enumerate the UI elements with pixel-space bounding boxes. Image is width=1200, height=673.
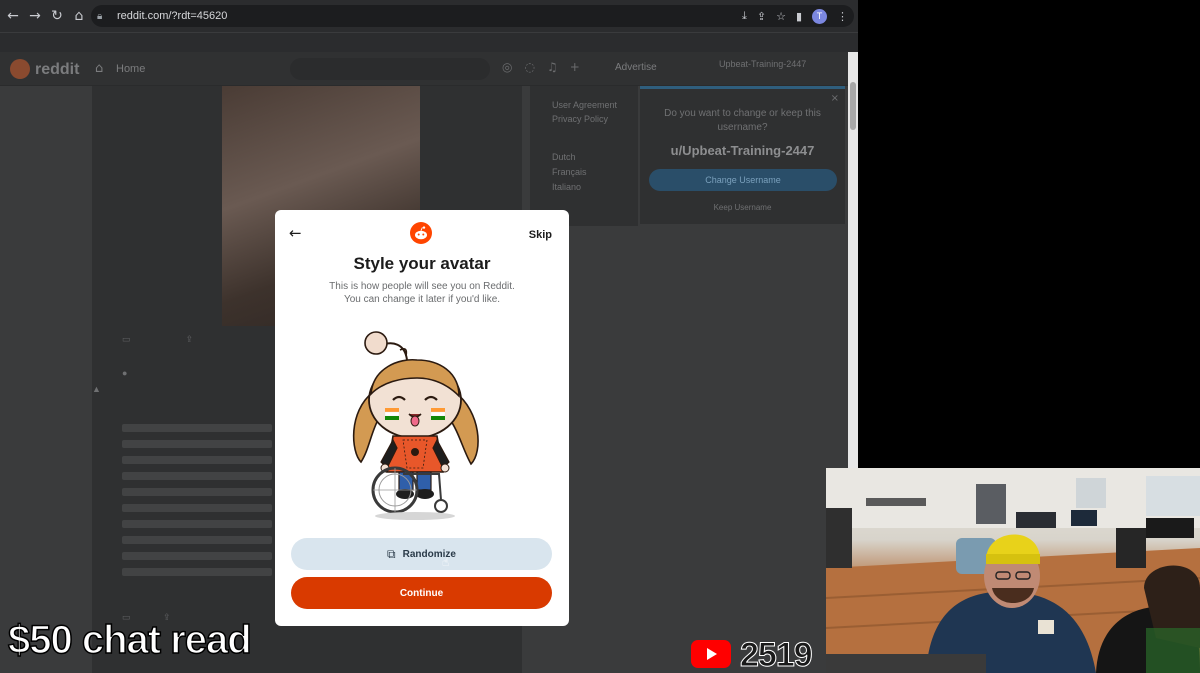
viewer-count: 2519: [740, 636, 814, 673]
hand-cursor-icon: ☝: [442, 555, 450, 569]
user-menu[interactable]: Upbeat-Training-2447: [705, 56, 845, 82]
reload-icon[interactable]: ↻: [46, 5, 68, 27]
subtitle-line: You can change it later if you'd like.: [343, 294, 501, 305]
change-username-button[interactable]: Change Username: [649, 169, 837, 191]
post-body-line: [122, 504, 272, 512]
continue-button[interactable]: Continue: [291, 577, 552, 609]
shuffle-icon: ⧉: [387, 546, 396, 561]
url-text[interactable]: reddit.com/?rdt=45620: [117, 10, 227, 22]
scrollbar-thumb[interactable]: [850, 82, 856, 130]
home-feed-icon[interactable]: ⌂: [95, 61, 103, 76]
reddit-logo-icon[interactable]: [10, 59, 30, 79]
download-icon[interactable]: ⤓: [742, 9, 747, 23]
skip-button[interactable]: Skip: [529, 229, 552, 241]
share-icon[interactable]: ⇪: [757, 10, 766, 23]
browser-window: ← → ↻ ⌂ 🔒︎ reddit.com/?rdt=45620 ⤓ ⇪ ☆ ▮…: [0, 0, 858, 673]
sidebar-link-language[interactable]: Dutch: [552, 152, 576, 162]
style-avatar-modal: ← Skip Style your avatar This is how peo…: [275, 210, 569, 626]
continue-label: Continue: [399, 587, 444, 599]
webcam-scene: [826, 468, 1200, 673]
back-arrow-icon[interactable]: ←: [289, 224, 302, 242]
header-icon-group: ◎ ◌ ♫ +: [502, 60, 580, 74]
post-body-line: [122, 472, 272, 480]
back-arrow-icon[interactable]: ←: [2, 5, 24, 27]
modal-subtitle: This is how people will see you on Reddi…: [275, 280, 569, 306]
youtube-icon: [691, 640, 731, 668]
post-body-line: [122, 552, 272, 560]
randomize-button[interactable]: ⧉ Randomize: [291, 538, 552, 570]
post-body-line: [122, 568, 272, 576]
chat-icon[interactable]: ◌: [524, 60, 534, 74]
address-bar-actions: ⤓ ⇪ ☆ ▮ T ⋮: [742, 5, 848, 27]
snoo-icon: [415, 226, 427, 240]
close-icon[interactable]: ×: [831, 93, 839, 104]
webcam-feed: [826, 468, 1200, 673]
username-prompt-question: Do you want to change or keep this usern…: [664, 108, 821, 133]
menu-kebab-icon[interactable]: ⋮: [837, 10, 848, 23]
star-icon[interactable]: ☆: [776, 10, 786, 23]
home-icon[interactable]: ⌂: [68, 5, 90, 27]
reddit-header: reddit ⌂ Home ◎ ◌ ♫ + Advertise Upbeat-T…: [0, 52, 848, 86]
avatar-preview: [352, 331, 479, 520]
reddit-search-input[interactable]: [290, 58, 490, 80]
advertise-link[interactable]: Advertise: [615, 62, 657, 73]
home-feed-label[interactable]: Home: [116, 63, 145, 75]
bookmarks-bar: [0, 32, 858, 52]
vote-column: ▲: [92, 384, 101, 394]
reddit-snoo-icon: [410, 222, 432, 244]
sidebar-link-privacy-policy[interactable]: Privacy Policy: [552, 114, 608, 124]
post-actions: ▭ ⇪: [122, 334, 194, 344]
plus-icon[interactable]: +: [570, 60, 580, 74]
stream-frame: ← → ↻ ⌂ 🔒︎ reddit.com/?rdt=45620 ⤓ ⇪ ☆ ▮…: [0, 0, 1200, 673]
modal-title: Style your avatar: [353, 254, 491, 273]
sidebar-link-language[interactable]: Français: [552, 167, 587, 177]
post-body-line: [122, 440, 272, 448]
username-display: u/Upbeat-Training-2447: [670, 143, 815, 158]
post-body-line: [122, 536, 272, 544]
forward-arrow-icon[interactable]: →: [24, 5, 46, 27]
keep-username-link[interactable]: Keep Username: [640, 203, 845, 212]
post-body-line: [122, 424, 272, 432]
post-body-line: [122, 456, 272, 464]
post-body-line: [122, 488, 272, 496]
post-subreddit[interactable]: ●: [122, 368, 127, 378]
browser-toolbar: ← → ↻ ⌂ 🔒︎ reddit.com/?rdt=45620 ⤓ ⇪ ☆ ▮…: [0, 0, 858, 32]
sidebar-link-user-agreement[interactable]: User Agreement: [552, 100, 617, 110]
subtitle-line: This is how people will see you on Reddi…: [329, 281, 515, 292]
username-prompt-card: × Do you want to change or keep this use…: [640, 86, 845, 224]
address-bar[interactable]: 🔒︎ reddit.com/?rdt=45620 ⤓ ⇪ ☆ ▮ T ⋮: [91, 5, 854, 27]
profile-avatar[interactable]: T: [812, 8, 827, 24]
post-body-line: [122, 520, 272, 528]
sidebar-link-language[interactable]: Italiano: [552, 182, 581, 192]
bell-icon[interactable]: ♫: [547, 60, 558, 74]
side-panel-icon[interactable]: ▮: [796, 10, 802, 23]
play-icon: [707, 648, 717, 660]
lock-icon: 🔒︎: [97, 10, 103, 22]
sidebar-links-card: User Agreement Privacy Policy Dutch Fran…: [530, 86, 638, 226]
chat-read-overlay: $50 chat read: [7, 617, 252, 663]
popular-icon[interactable]: ◎: [502, 60, 512, 74]
reddit-wordmark[interactable]: reddit: [35, 61, 79, 79]
